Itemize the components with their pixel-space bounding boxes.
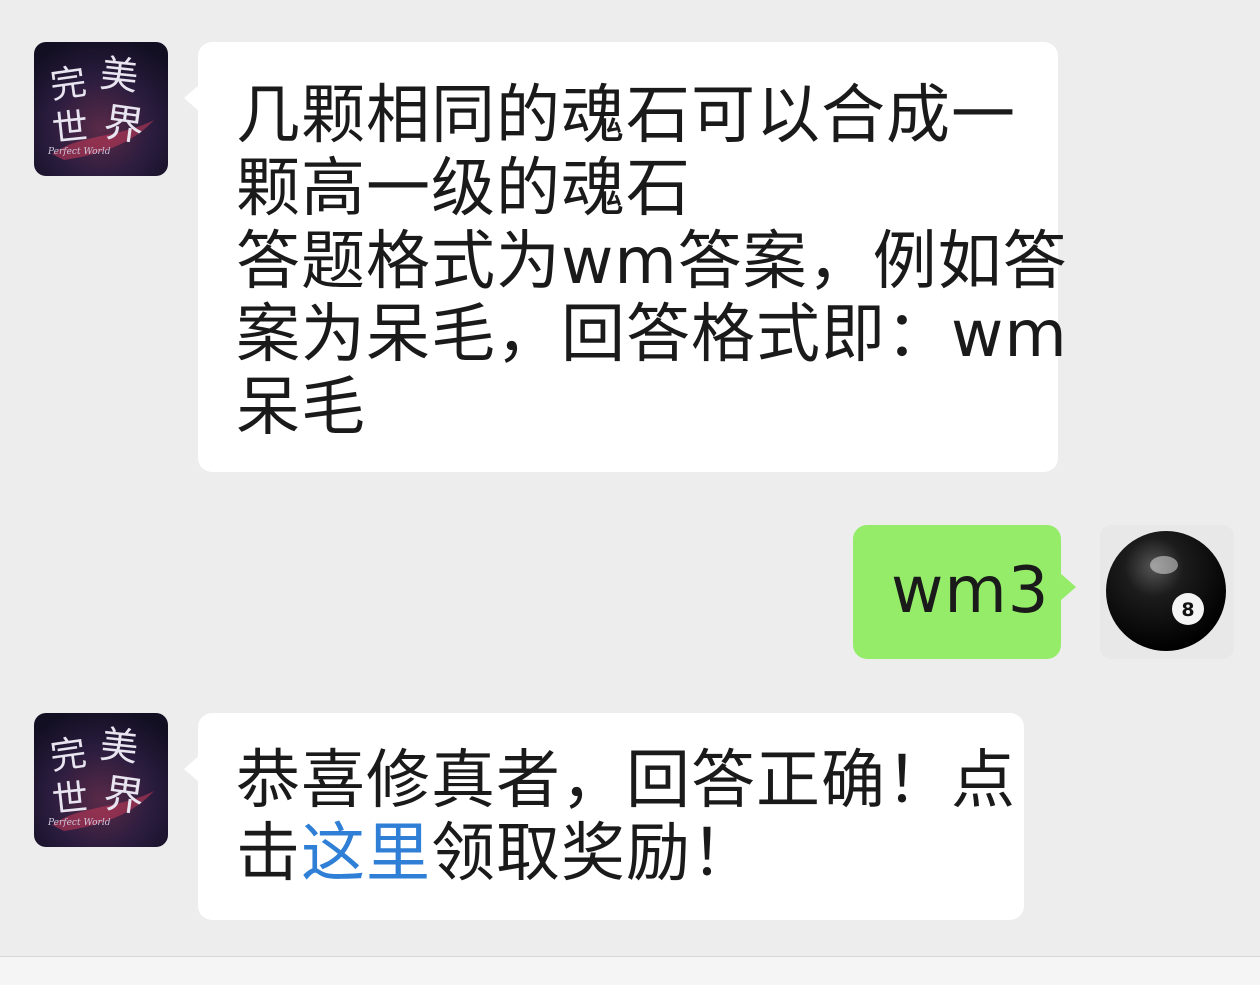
message-line: 呆毛 xyxy=(236,371,366,445)
avatar-title-char-3: 世 xyxy=(50,106,90,151)
reward-link[interactable]: 这里 xyxy=(301,817,431,891)
message-line: 几颗相同的魂石可以合成一 xyxy=(236,79,1016,153)
message-line: 案为呆毛，回答格式即：wm xyxy=(236,298,1068,372)
incoming-message-bubble[interactable]: 几颗相同的魂石可以合成一 颗高一级的魂石 答题格式为wm答案，例如答 案为呆毛，… xyxy=(184,42,1067,472)
bubble-tail xyxy=(184,755,200,783)
chat-conversation: 完 美 世 界 Perfect World 几颗相同的魂石可以合成一 颗高一级的… xyxy=(0,0,1260,956)
avatar-title-char-1: 完 xyxy=(48,62,89,108)
message-text: wm3 xyxy=(891,554,1050,628)
message-line: 颗高一级的魂石 xyxy=(236,152,691,226)
message-line: 恭喜修真者，回答正确！点 xyxy=(236,744,1016,818)
ball-number: 8 xyxy=(1181,599,1194,621)
bubble-tail xyxy=(1060,573,1076,601)
message-line: 答题格式为wm答案，例如答 xyxy=(236,225,1068,299)
my-avatar[interactable]: 8 xyxy=(1100,525,1234,659)
avatar-title-char-2: 美 xyxy=(98,51,140,99)
sender-avatar[interactable]: 完 美 世 界 Perfect World xyxy=(34,42,168,176)
eight-ball-icon: 8 xyxy=(1100,525,1234,659)
avatar-subtitle: Perfect World xyxy=(47,147,111,157)
avatar-title-char-1: 完 xyxy=(48,733,89,779)
message-text: 恭喜修真者，回答正确！点 击这里领取奖励！ xyxy=(236,745,1016,891)
message-text-prefix: 击 xyxy=(236,817,301,891)
avatar-subtitle: Perfect World xyxy=(47,818,111,828)
avatar-title-char-4: 界 xyxy=(101,99,147,150)
avatar-title-char-4: 界 xyxy=(101,770,147,821)
message-text: 几颗相同的魂石可以合成一 颗高一级的魂石 答题格式为wm答案，例如答 案为呆毛，… xyxy=(236,80,1068,445)
input-toolbar xyxy=(0,956,1260,985)
outgoing-message-bubble[interactable]: wm3 xyxy=(853,525,1076,659)
sender-avatar[interactable]: 完 美 世 界 Perfect World xyxy=(34,713,168,847)
incoming-message-bubble[interactable]: 恭喜修真者，回答正确！点 击这里领取奖励！ xyxy=(184,713,1024,920)
avatar-title-char-2: 美 xyxy=(98,722,140,770)
bubble-tail xyxy=(184,84,200,112)
message-text-suffix: 领取奖励！ xyxy=(431,817,756,891)
message-line: 击这里领取奖励！ xyxy=(236,818,1016,891)
avatar-title-char-3: 世 xyxy=(50,777,90,822)
